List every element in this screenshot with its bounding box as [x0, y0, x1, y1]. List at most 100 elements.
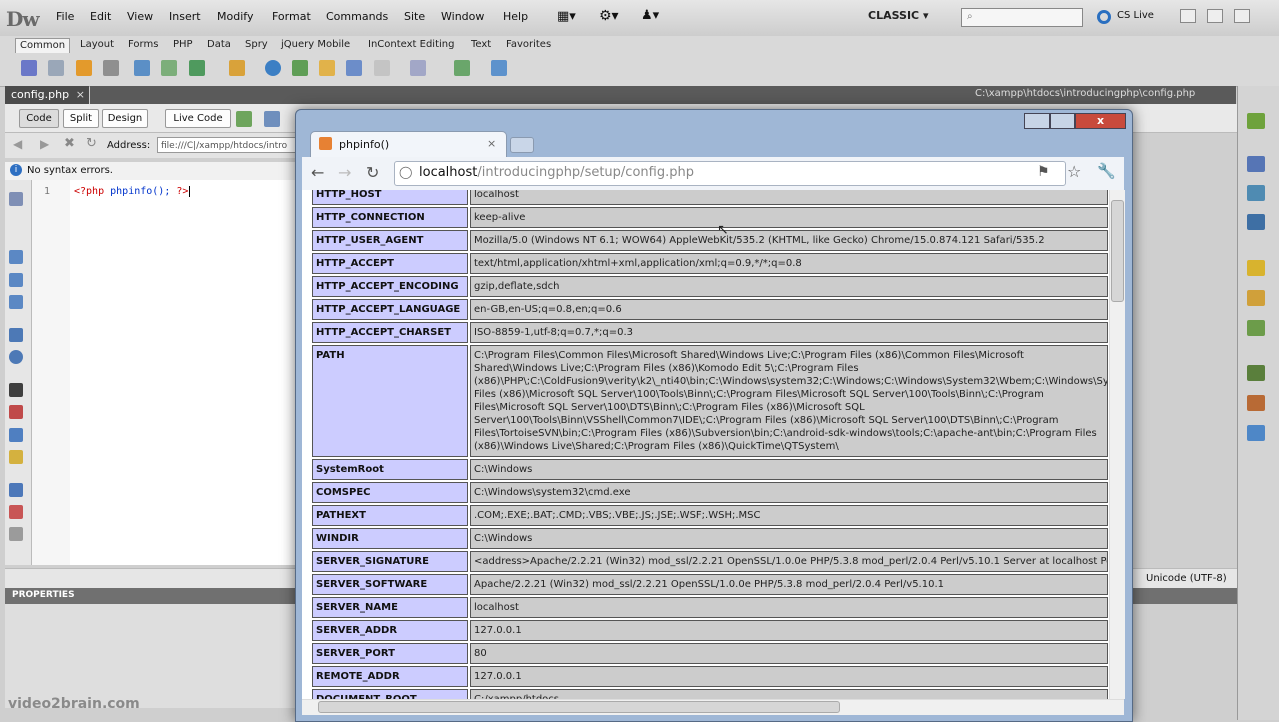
tag-chooser-icon[interactable] [454, 60, 470, 76]
insert-tab-jquery-mobile[interactable]: jQuery Mobile [277, 38, 354, 52]
cs-live-icon[interactable] [1097, 10, 1111, 24]
flag-icon[interactable]: ⚑ [1037, 164, 1050, 180]
document-tab[interactable]: config.php × [5, 86, 89, 104]
insert-tab-favorites[interactable]: Favorites [502, 38, 555, 52]
horizontal-rule-icon[interactable] [103, 60, 119, 76]
insert-tab-forms[interactable]: Forms [124, 38, 162, 52]
search-input[interactable]: ⌕ [961, 8, 1083, 27]
design-view-button[interactable]: Design [102, 109, 148, 128]
live-code-button[interactable]: Live Code [165, 109, 231, 128]
collapse-tag-icon[interactable] [9, 250, 23, 264]
insert-tab-layout[interactable]: Layout [76, 38, 118, 52]
menu-modify[interactable]: Modify [217, 10, 253, 23]
hyperlink-icon[interactable] [21, 60, 37, 76]
balance-braces-icon[interactable] [9, 350, 23, 364]
horizontal-scroll-thumb[interactable] [318, 701, 840, 713]
phpinfo-row: HTTP_USER_AGENT Mozilla/5.0 (Windows NT 6… [312, 230, 1108, 251]
menu-commands[interactable]: Commands [326, 10, 388, 23]
line-numbers-icon[interactable] [9, 383, 23, 397]
inspect-icon[interactable] [236, 111, 252, 127]
insert-panel-icon[interactable] [1247, 113, 1265, 129]
remove-comment-icon[interactable] [9, 505, 23, 519]
wrench-icon[interactable]: 🔧 [1097, 162, 1116, 180]
minimize-button[interactable] [1180, 9, 1196, 23]
browser-reload-icon[interactable]: ↻ [366, 163, 379, 182]
table-icon[interactable] [134, 60, 150, 76]
menu-format[interactable]: Format [272, 10, 311, 23]
stop-icon[interactable]: ✖ [64, 136, 75, 151]
select-parent-tag-icon[interactable] [9, 328, 23, 342]
code-line[interactable]: <?php phpinfo(); ?> [74, 186, 191, 197]
images-icon[interactable] [189, 60, 205, 76]
restore-button[interactable] [1207, 9, 1223, 23]
widget-icon[interactable] [491, 60, 507, 76]
browser-close-button[interactable]: x [1075, 113, 1126, 129]
script-icon[interactable] [374, 60, 390, 76]
files-icon[interactable] [1247, 365, 1265, 381]
close-window-button[interactable] [1234, 9, 1250, 23]
new-tab-button[interactable] [510, 137, 534, 153]
menu-window[interactable]: Window [441, 10, 484, 23]
tag-inspector-icon[interactable] [1247, 214, 1265, 230]
ap-elements-icon[interactable] [1247, 185, 1265, 201]
browser-maximize-button[interactable] [1050, 113, 1075, 129]
menu-edit[interactable]: Edit [90, 10, 111, 23]
menu-insert[interactable]: Insert [169, 10, 201, 23]
layout-icon[interactable]: ▦▾ [557, 9, 576, 24]
named-anchor-icon[interactable] [76, 60, 92, 76]
phpinfo-row: HTTP_ACCEPT_LANGUAGE en-GB,en-US;q=0.8,en… [312, 299, 1108, 320]
databases-icon[interactable] [1247, 260, 1265, 276]
browser-minimize-button[interactable] [1024, 113, 1050, 129]
email-link-icon[interactable] [48, 60, 64, 76]
date-icon[interactable] [265, 60, 281, 76]
syntax-coloring-icon[interactable] [9, 428, 23, 442]
vertical-scroll-thumb[interactable] [1111, 200, 1124, 302]
browser-forward-icon[interactable]: → [338, 163, 351, 182]
insert-tab-spry[interactable]: Spry [241, 38, 272, 52]
bindings-icon[interactable] [1247, 290, 1265, 306]
snippets-icon[interactable] [1247, 425, 1265, 441]
bookmark-star-icon[interactable]: ☆ [1067, 162, 1081, 181]
refresh-icon[interactable]: ↻ [86, 136, 97, 151]
menu-site[interactable]: Site [404, 10, 425, 23]
address-field[interactable]: file:///C|/xampp/htdocs/intro [157, 137, 297, 153]
highlight-invalid-code-icon[interactable] [9, 405, 23, 419]
insert-tab-common[interactable]: Common [15, 38, 71, 53]
back-arrow-icon[interactable]: ◀ [13, 137, 22, 151]
split-view-button[interactable]: Split [63, 109, 99, 128]
head-icon[interactable] [346, 60, 362, 76]
apply-comment-icon[interactable] [9, 483, 23, 497]
menu-view[interactable]: View [127, 10, 153, 23]
close-tab-icon[interactable]: × [76, 86, 85, 104]
expand-all-icon[interactable] [9, 295, 23, 309]
css-styles-icon[interactable] [1247, 156, 1265, 172]
comment-icon[interactable] [319, 60, 335, 76]
forward-arrow-icon[interactable]: ▶ [40, 137, 49, 151]
cs-live-label[interactable]: CS Live [1117, 10, 1154, 21]
open-documents-icon[interactable] [9, 192, 23, 206]
user-icon[interactable]: ♟▾ [641, 8, 659, 23]
server-side-include-icon[interactable] [292, 60, 308, 76]
code-view-button[interactable]: Code [19, 109, 59, 128]
gear-icon[interactable]: ⚙▾ [599, 8, 619, 24]
code-editor[interactable] [70, 180, 298, 565]
assets-icon[interactable] [1247, 395, 1265, 411]
collapse-selection-icon[interactable] [9, 273, 23, 287]
browser-back-icon[interactable]: ← [311, 163, 324, 182]
insert-tab-text[interactable]: Text [467, 38, 495, 52]
insert-tab-php[interactable]: PHP [169, 38, 197, 52]
insert-tab-incontext-editing[interactable]: InContext Editing [364, 38, 458, 52]
auto-indent-icon[interactable] [9, 450, 23, 464]
menu-file[interactable]: File [56, 10, 74, 23]
live-view-options-icon[interactable] [264, 111, 280, 127]
workspace-switcher[interactable]: CLASSIC ▾ [868, 9, 928, 22]
server-behaviors-icon[interactable] [1247, 320, 1265, 336]
insert-div-icon[interactable] [161, 60, 177, 76]
media-icon[interactable] [229, 60, 245, 76]
templates-icon[interactable] [410, 60, 426, 76]
url-text[interactable]: localhost/introducingphp/setup/config.ph… [419, 165, 694, 180]
wrap-tag-icon[interactable] [9, 527, 23, 541]
browser-tab-close-icon[interactable]: × [487, 137, 496, 150]
insert-tab-data[interactable]: Data [203, 38, 235, 52]
menu-help[interactable]: Help [503, 10, 528, 23]
